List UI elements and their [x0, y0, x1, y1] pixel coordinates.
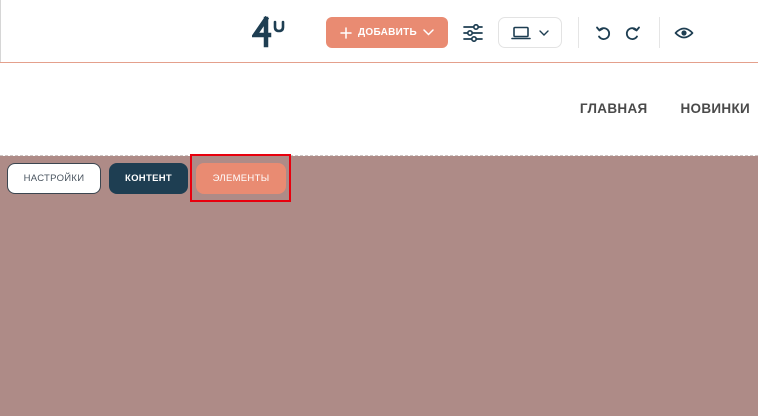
site-nav: ГЛАВНАЯ НОВИНКИ — [580, 101, 750, 116]
plus-icon — [340, 26, 352, 39]
redo-icon — [625, 26, 640, 40]
undo-button[interactable] — [592, 22, 614, 44]
editor-toolbar: ДОБАВИТЬ — [0, 0, 758, 62]
selection-highlight — [190, 154, 291, 202]
redo-button[interactable] — [622, 22, 644, 44]
preview-button[interactable] — [671, 22, 697, 44]
toolbar-divider — [659, 17, 660, 48]
nav-item-home[interactable]: ГЛАВНАЯ — [580, 101, 648, 116]
toolbar-left-border — [0, 0, 1, 62]
toolbar-divider — [578, 17, 579, 48]
add-button[interactable]: ДОБАВИТЬ — [326, 17, 448, 48]
chevron-down-icon — [423, 29, 434, 36]
tab-content[interactable]: КОНТЕНТ — [109, 163, 188, 194]
device-select[interactable] — [498, 17, 562, 48]
settings-button[interactable] — [460, 20, 486, 46]
eye-icon — [674, 27, 694, 39]
tab-settings[interactable]: НАСТРОЙКИ — [7, 163, 101, 194]
chevron-down-icon — [539, 29, 549, 36]
nav-item-new[interactable]: НОВИНКИ — [681, 101, 751, 116]
page-section[interactable] — [0, 156, 758, 416]
sliders-icon — [463, 24, 483, 42]
site-header: ГЛАВНАЯ НОВИНКИ — [0, 63, 758, 155]
logo[interactable] — [252, 16, 288, 48]
laptop-icon — [511, 26, 531, 39]
add-button-label: ДОБАВИТЬ — [357, 27, 418, 38]
undo-icon — [596, 26, 611, 40]
